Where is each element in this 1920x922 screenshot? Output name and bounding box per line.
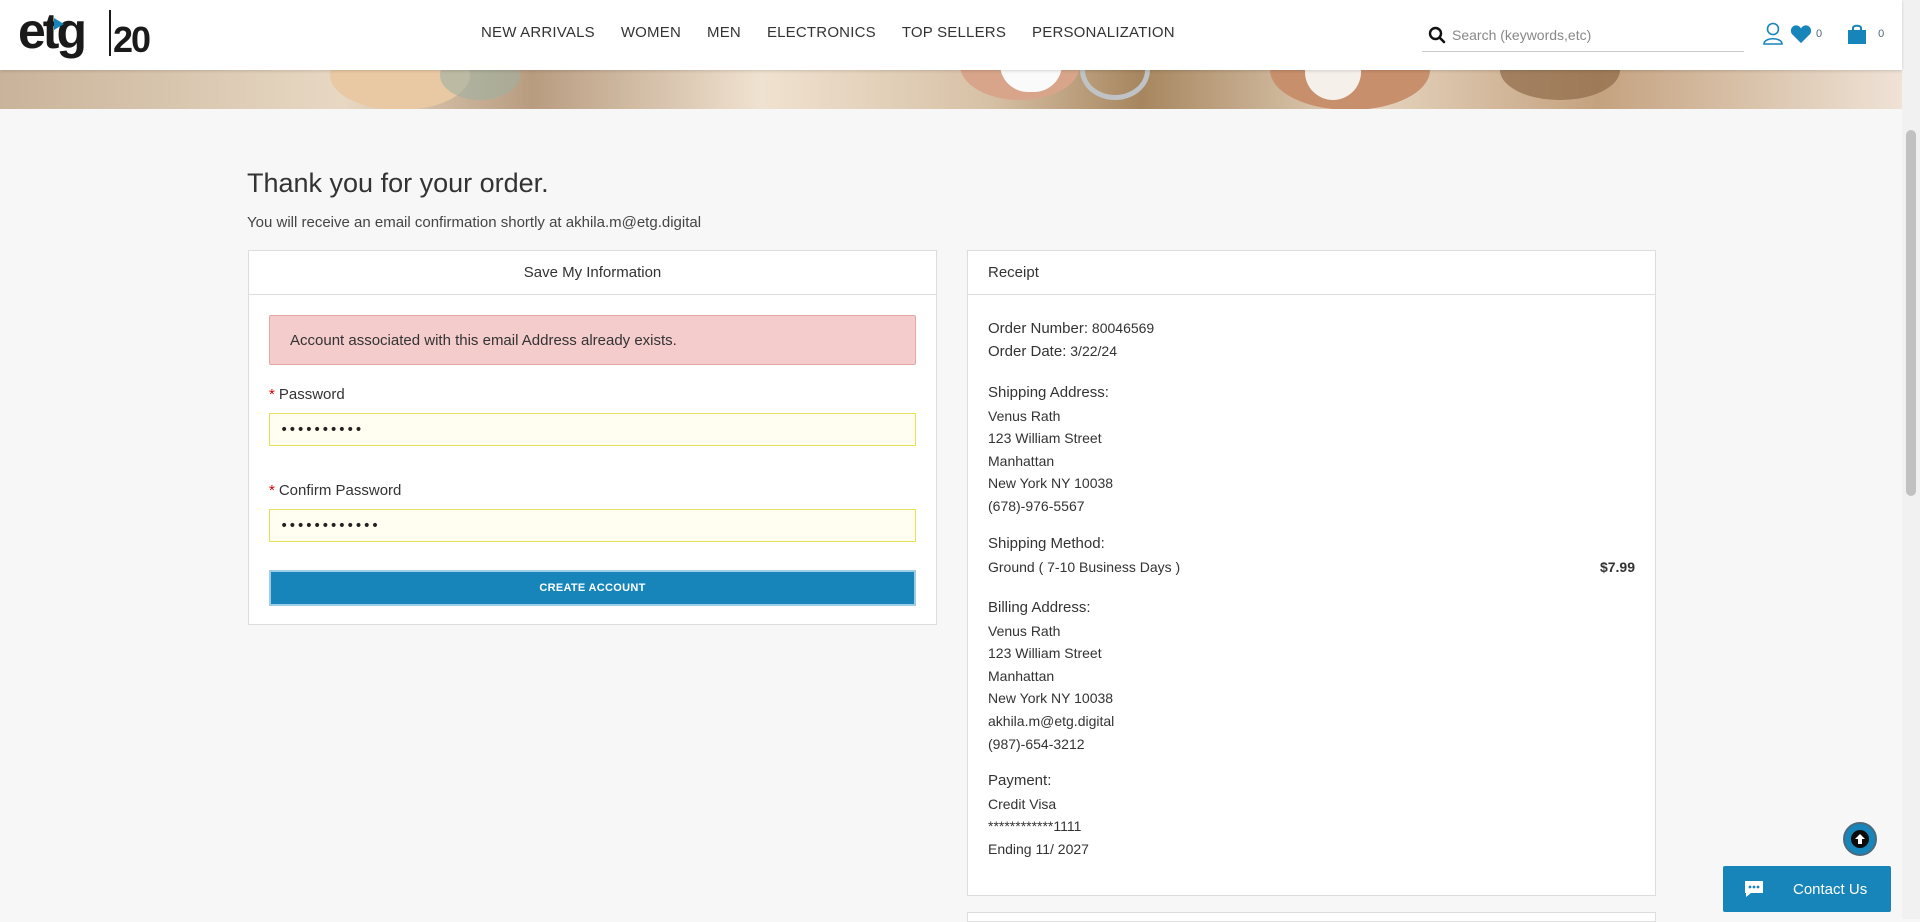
billing-address-line: New York NY 10038: [988, 690, 1114, 707]
receipt-heading: Receipt: [968, 251, 1655, 295]
billing-address: Billing Address: Venus Rath 123 William …: [988, 597, 1635, 755]
required-marker: *: [269, 482, 275, 499]
search-input[interactable]: [1452, 24, 1737, 46]
card-number: ************1111: [988, 818, 1082, 835]
chat-bubble-icon: [1745, 881, 1763, 897]
contact-us-label: Contact Us: [1793, 880, 1868, 898]
receipt-card: Receipt Order Number: 80046569 Order Dat…: [967, 250, 1656, 896]
billing-address-line: Manhattan: [988, 667, 1055, 684]
nav-women[interactable]: WOMEN: [621, 24, 681, 41]
password-label: * Password: [269, 386, 345, 403]
search-icon[interactable]: [1428, 26, 1446, 44]
contact-us-widget[interactable]: Contact Us: [1723, 866, 1891, 912]
save-info-card: Save My Information Account associated w…: [248, 250, 937, 625]
order-date: 3/22/24: [1070, 342, 1117, 359]
billing-address-line: Venus Rath: [988, 622, 1061, 639]
shipping-address-line: Manhattan: [988, 452, 1055, 469]
header-actions: 0 0: [1762, 22, 1884, 46]
logo-text: etg: [18, 4, 84, 59]
logo-badge: 20: [113, 19, 150, 60]
nav-new-arrivals[interactable]: NEW ARRIVALS: [481, 24, 595, 41]
password-field[interactable]: [269, 413, 916, 446]
create-account-button[interactable]: CREATE ACCOUNT: [269, 570, 916, 606]
card-expiry: Ending 11/ 2027: [988, 840, 1089, 857]
billing-phone: (987)-654-3212: [988, 735, 1085, 752]
page-scrollbar[interactable]: [1902, 0, 1920, 919]
page-title: Thank you for your order.: [247, 168, 549, 198]
wishlist-count: 0: [1816, 28, 1823, 40]
heart-icon[interactable]: [1790, 24, 1812, 44]
site-header: etg 20 NEW ARRIVALS WOMEN MEN ELECTRONIC…: [0, 0, 1902, 70]
billing-address-label: Billing Address:: [988, 599, 1091, 616]
search-box: [1422, 18, 1744, 52]
user-icon[interactable]: [1762, 22, 1784, 46]
shipping-price: $7.99: [1599, 558, 1635, 575]
main-nav: NEW ARRIVALS WOMEN MEN ELECTRONICS TOP S…: [481, 24, 1175, 41]
order-number: 80046569: [1091, 320, 1155, 336]
shipping-method: Shipping Method: Ground ( 7-10 Business …: [988, 533, 1635, 578]
payment-label: Payment:: [988, 772, 1052, 789]
confirmation-message: You will receive an email confirmation s…: [247, 214, 702, 231]
order-date-label: Order Date:: [988, 342, 1067, 360]
shipping-address-line: 123 William Street: [988, 430, 1102, 447]
arrow-up-icon: [1851, 830, 1869, 848]
shipping-address-line: (678)-976-5567: [988, 497, 1085, 514]
shipping-address: Shipping Address: Venus Rath 123 William…: [988, 382, 1635, 518]
confirm-password-field[interactable]: [269, 509, 916, 542]
save-info-heading: Save My Information: [249, 251, 936, 295]
shipping-method-label: Shipping Method:: [988, 535, 1105, 552]
required-marker: *: [269, 386, 275, 403]
nav-top-sellers[interactable]: TOP SELLERS: [902, 24, 1006, 41]
back-to-top-button[interactable]: [1843, 822, 1877, 856]
payment-info: Payment: Credit Visa ************1111 En…: [988, 770, 1635, 860]
confirm-password-label: * Confirm Password: [269, 482, 402, 499]
scrollbar-thumb[interactable]: [1906, 130, 1916, 496]
hero-banner-image: [0, 70, 1902, 109]
shopping-bag-icon[interactable]: [1846, 23, 1868, 45]
order-info: Order Number: 80046569 Order Date: 3/22/…: [988, 317, 1635, 362]
etg-logo[interactable]: etg 20: [18, 4, 158, 66]
order-number-label: Order Number:: [988, 320, 1089, 337]
nav-personalization[interactable]: PERSONALIZATION: [1032, 24, 1175, 41]
payment-type: Credit Visa: [988, 795, 1057, 812]
account-exists-alert: Account associated with this email Addre…: [269, 315, 916, 365]
shipping-method-value: Ground ( 7-10 Business Days ): [988, 558, 1181, 575]
shipping-address-label: Shipping Address:: [988, 384, 1109, 401]
next-card-edge: [967, 912, 1656, 922]
nav-electronics[interactable]: ELECTRONICS: [767, 24, 876, 41]
billing-address-line: 123 William Street: [988, 645, 1102, 662]
nav-men[interactable]: MEN: [707, 24, 741, 41]
shipping-address-line: New York NY 10038: [988, 475, 1114, 492]
billing-email: akhila.m@etg.digital: [988, 712, 1115, 729]
cart-count: 0: [1878, 28, 1885, 40]
shipping-address-line: Venus Rath: [988, 407, 1061, 424]
